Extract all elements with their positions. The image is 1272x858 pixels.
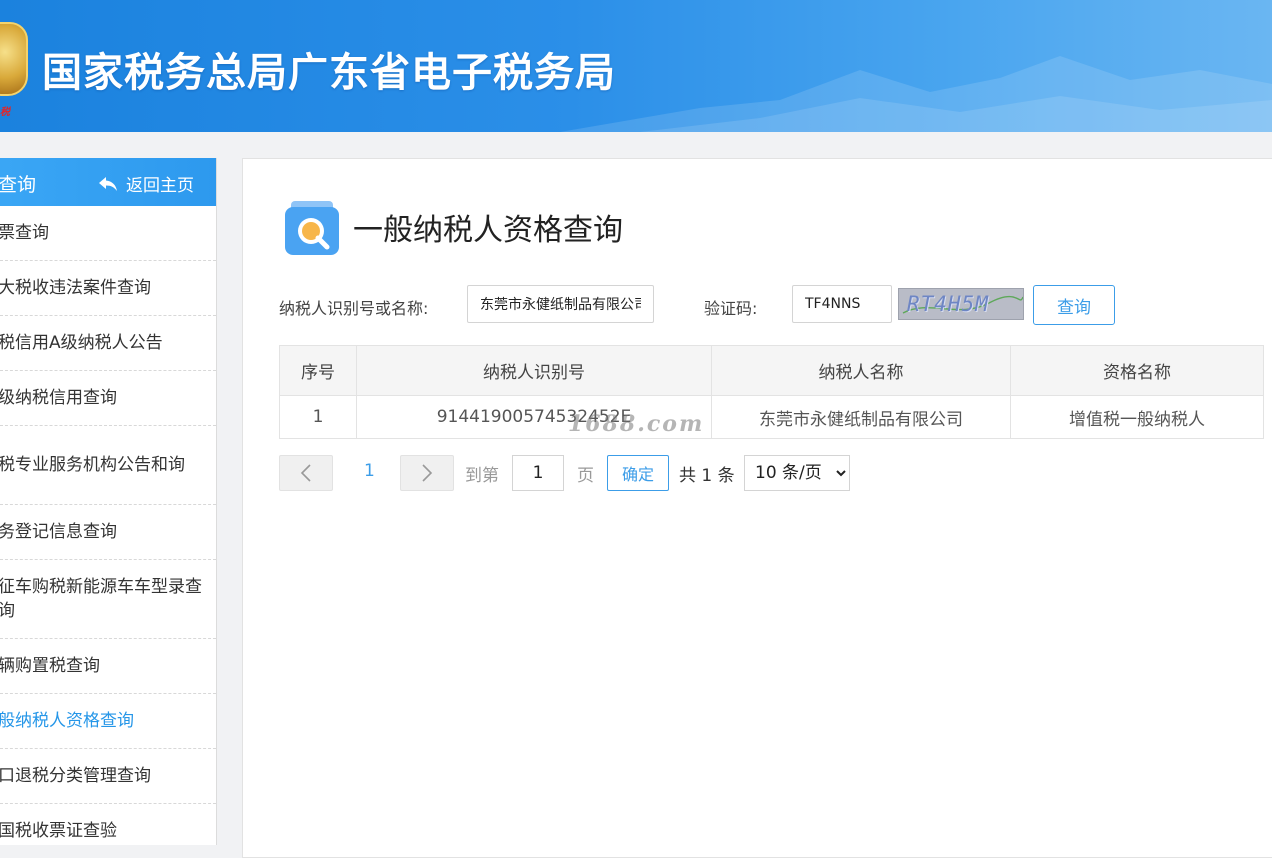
chevron-right-icon <box>422 464 433 482</box>
sidebar-item-registration-info[interactable]: 务登记信息查询 <box>0 505 216 560</box>
sidebar-item-a-credit-notice[interactable]: 税信用A级纳税人公告 <box>0 316 216 371</box>
site-header: 税 国家税务总局广东省电子税务局 <box>0 0 1272 132</box>
table-cell: 东莞市永健纸制品有限公司 <box>711 395 1011 439</box>
sidebar-item-credit-level-query[interactable]: 级纳税信用查询 <box>0 371 216 426</box>
sidebar-item-vehicle-purchase-tax[interactable]: 辆购置税查询 <box>0 639 216 694</box>
sidebar-item-label: 口退税分类管理查询 <box>0 766 151 786</box>
sidebar-item-label: 务登记信息查询 <box>0 522 117 542</box>
results-table: 序号 纳税人识别号 纳税人名称 资格名称 1 91441900574532452… <box>279 345 1264 439</box>
column-header: 序号 <box>279 345 357 396</box>
page-unit-label: 页 <box>577 466 594 486</box>
chevron-left-icon <box>300 464 311 482</box>
sidebar-item-label: 般纳税人资格查询 <box>0 711 134 731</box>
confirm-button[interactable]: 确定 <box>607 455 669 491</box>
sidebar-item-label: 税专业服务机构公告和询 <box>0 455 185 475</box>
table-cell: 增值税一般纳税人 <box>1010 395 1264 439</box>
next-page-button[interactable] <box>400 455 454 491</box>
sidebar-item-label: 级纳税信用查询 <box>0 388 117 408</box>
site-title: 国家税务总局广东省电子税务局 <box>42 50 616 96</box>
prev-page-button[interactable] <box>279 455 333 491</box>
sidebar-item-general-taxpayer[interactable]: 般纳税人资格查询 <box>0 694 216 749</box>
sidebar-item-tax-service-agency[interactable]: 税专业服务机构公告和询 <box>0 426 216 505</box>
sidebar-item-label: 国税收票证查验 <box>0 821 117 841</box>
sidebar-heading: 查询 <box>0 174 37 196</box>
watermark: 1688.com <box>568 411 705 437</box>
sidebar-item-label: 大税收违法案件查询 <box>0 278 151 298</box>
column-header: 纳税人识别号 <box>356 345 712 396</box>
captcha-input[interactable] <box>792 285 892 323</box>
pagination: 1 到第 页 确定 共 1 条 10 条/页 <box>279 455 979 491</box>
captcha-text: RT4H5M <box>907 292 989 316</box>
sidebar-item-export-rebate[interactable]: 口退税分类管理查询 <box>0 749 216 804</box>
column-header: 纳税人名称 <box>711 345 1011 396</box>
sidebar-item-label: 征车购税新能源车车型录查询 <box>0 577 202 621</box>
table-cell: 1 <box>279 395 357 439</box>
table-header-row: 序号 纳税人识别号 纳税人名称 资格名称 <box>279 345 1264 396</box>
back-arrow-icon <box>99 176 117 191</box>
page-number[interactable]: 1 <box>364 461 375 481</box>
taxpayer-input[interactable] <box>467 285 654 323</box>
page-title: 一般纳税人资格查询 <box>353 213 623 248</box>
sidebar-item-ev-purchase-tax[interactable]: 征车购税新能源车车型录查询 <box>0 560 216 639</box>
page-size-select[interactable]: 10 条/页 <box>744 455 850 491</box>
captcha-image[interactable]: RT4H5M <box>898 288 1024 320</box>
captcha-label: 验证码: <box>704 299 758 318</box>
sidebar-header: 查询 返回主页 <box>0 158 216 206</box>
table-row: 1 91441900574532452E 东莞市永健纸制品有限公司 增值税一般纳… <box>279 395 1264 439</box>
sidebar-item-invoice-query[interactable]: 票查询 <box>0 206 216 261</box>
back-home-button[interactable]: 返回主页 <box>98 171 194 196</box>
column-header: 资格名称 <box>1010 345 1264 396</box>
search-document-icon <box>285 201 339 255</box>
sidebar-item-label: 税信用A级纳税人公告 <box>0 333 163 353</box>
emblem-caption: 税 <box>0 107 10 118</box>
total-count: 共 1 条 <box>679 466 735 486</box>
sidebar-item-label: 辆购置税查询 <box>0 656 100 676</box>
goto-label: 到第 <box>465 466 499 486</box>
sidebar-item-label: 票查询 <box>0 223 49 243</box>
query-button[interactable]: 查询 <box>1033 285 1115 325</box>
tax-emblem-icon <box>0 22 28 96</box>
taxpayer-label: 纳税人识别号或名称: <box>279 299 429 318</box>
sidebar-item-tax-violation-cases[interactable]: 大税收违法案件查询 <box>0 261 216 316</box>
query-form: 纳税人识别号或名称: 验证码: RT4H5M 查询 <box>279 285 1272 325</box>
sidebar: 查询 返回主页 票查询 大税收违法案件查询 税信用A级纳税人公告 级纳税信用查询… <box>0 158 217 845</box>
main-panel: 一般纳税人资格查询 纳税人识别号或名称: 验证码: RT4H5M 查询 序号 纳… <box>242 158 1272 858</box>
goto-page-input[interactable] <box>512 455 564 491</box>
sidebar-item-receipt-verify[interactable]: 国税收票证查验 <box>0 804 216 845</box>
back-home-label: 返回主页 <box>126 176 194 196</box>
